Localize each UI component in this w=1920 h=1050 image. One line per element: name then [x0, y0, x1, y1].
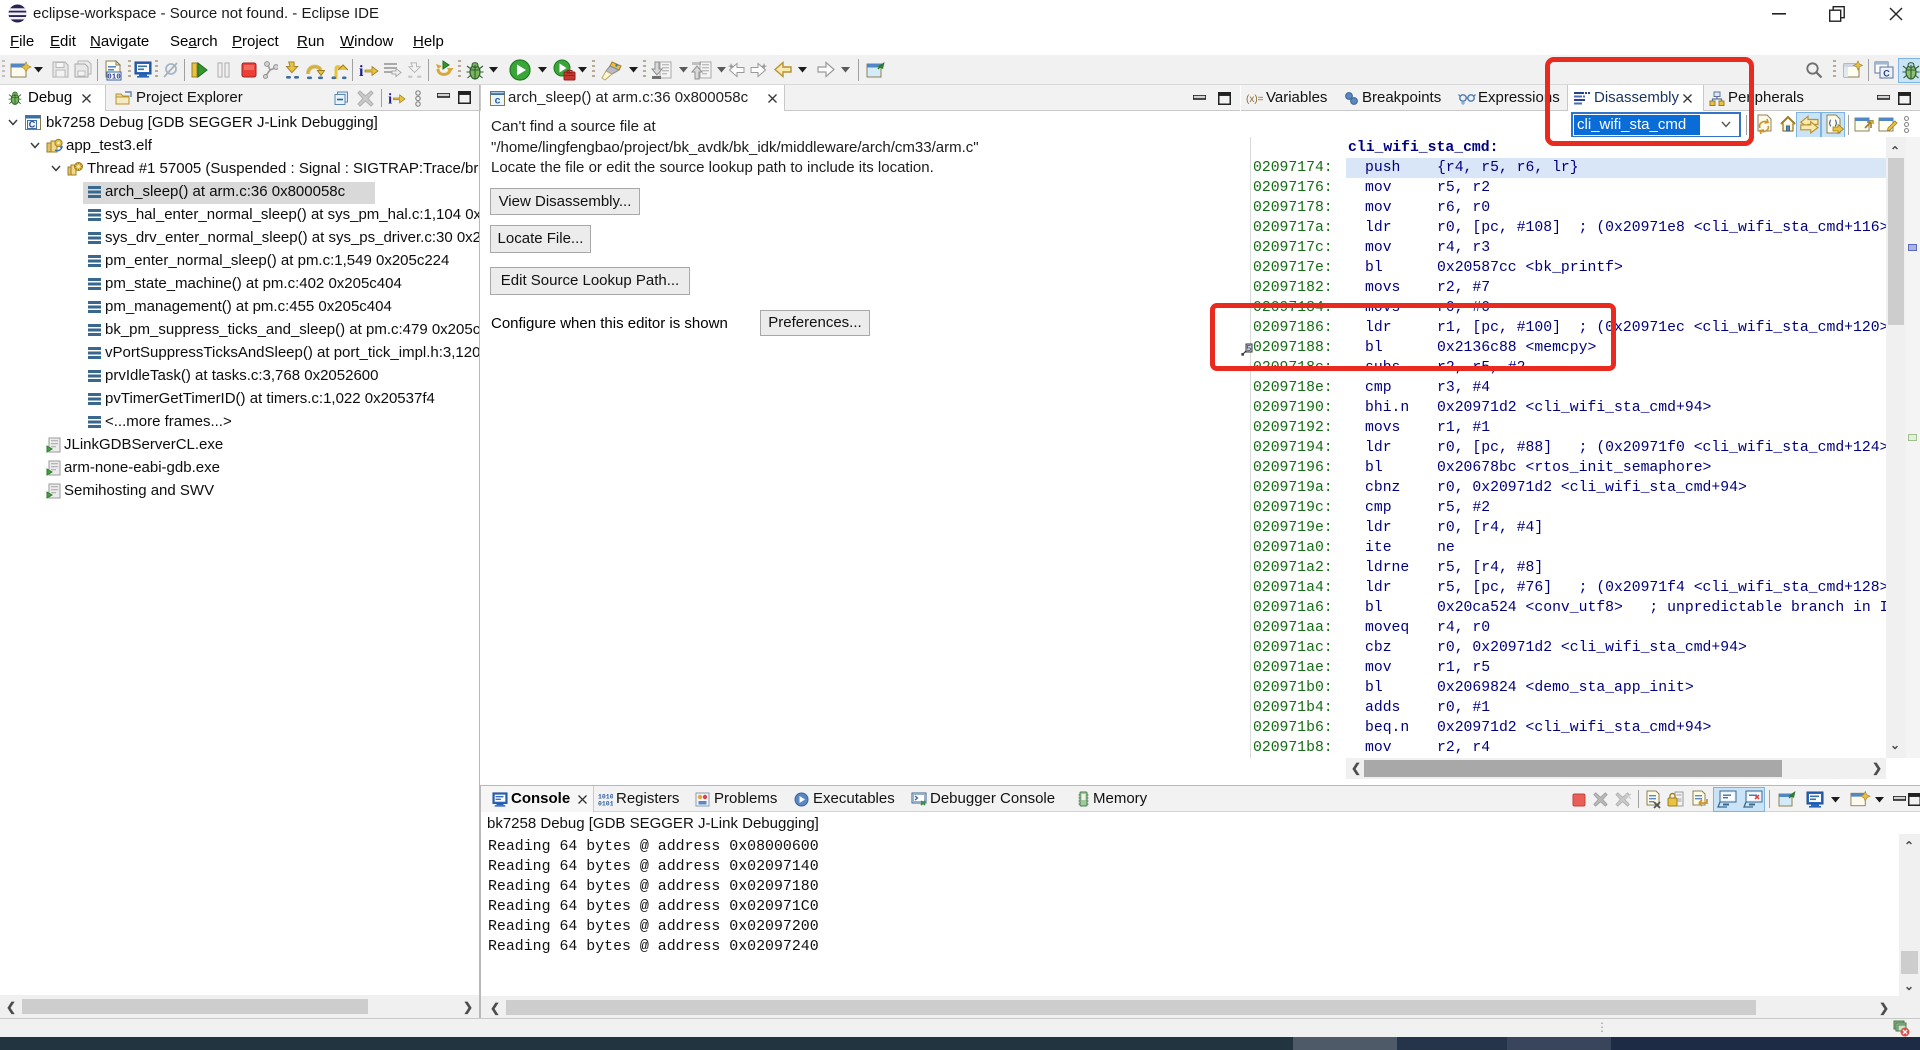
- svg-text:c: c: [495, 95, 501, 107]
- svg-text:010: 010: [107, 74, 121, 81]
- svg-text:0101: 0101: [598, 801, 613, 807]
- svg-text:i: i: [359, 63, 364, 79]
- svg-text:C: C: [29, 120, 36, 130]
- svg-text:(x)=: (x)=: [1246, 94, 1264, 105]
- svg-text:C: C: [1883, 69, 1890, 79]
- svg-text:1010: 1010: [598, 794, 613, 801]
